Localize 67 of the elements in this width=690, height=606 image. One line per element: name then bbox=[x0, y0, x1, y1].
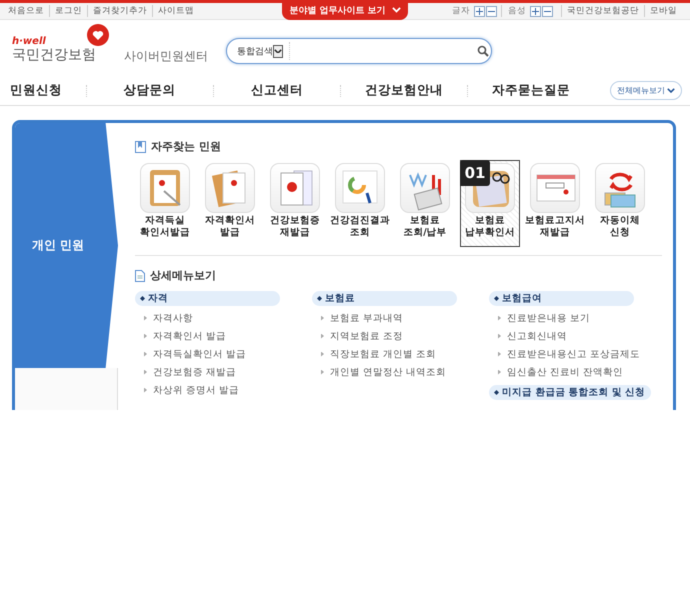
service-tile[interactable]: 보험료 조회/납부 bbox=[395, 160, 455, 247]
dropdown-button[interactable] bbox=[273, 44, 283, 58]
logo-tagline: h·well bbox=[12, 36, 47, 46]
section-title: 자주찾는 민원 bbox=[151, 139, 221, 154]
chevron-down-icon bbox=[392, 7, 401, 13]
utility-link[interactable]: 처음으로 bbox=[8, 5, 49, 17]
service-tile[interactable]: 건강검진결과 조회 bbox=[330, 160, 390, 247]
side-tab[interactable]: 개인 민원 bbox=[15, 123, 118, 368]
chevron-down-icon bbox=[274, 48, 282, 54]
nav-item[interactable]: 자주묻는질문 bbox=[468, 82, 594, 99]
search-icon[interactable] bbox=[477, 45, 489, 57]
utility-link[interactable]: 모바일 bbox=[644, 5, 682, 17]
category-title: 자격 bbox=[148, 292, 168, 305]
volume-down-button[interactable] bbox=[542, 6, 553, 16]
nav-item[interactable]: 신고센터 bbox=[214, 82, 340, 99]
section-title: 상세메뉴보기 bbox=[150, 268, 216, 283]
diamond-icon bbox=[494, 390, 499, 395]
diamond-icon bbox=[494, 296, 499, 301]
service-tile[interactable]: 보험료고지서 재발급 bbox=[525, 160, 585, 247]
utility-link[interactable]: 즐겨찾기추가 bbox=[87, 5, 152, 17]
menu-link[interactable]: 보험료 부과내역 bbox=[312, 309, 404, 327]
site-name: 사이버민원센터 bbox=[124, 48, 208, 64]
menu-link[interactable]: 자격확인서 발급 bbox=[135, 327, 226, 345]
diamond-icon bbox=[317, 296, 322, 301]
menu-link[interactable]: 진료받은내용신고 포상금제도 bbox=[489, 345, 640, 363]
service-tile[interactable]: 자동이체 신청 bbox=[590, 160, 650, 247]
menu-link[interactable]: 임신출산 진료비 잔액확인 bbox=[489, 363, 624, 381]
site-menu-tab[interactable]: 분야별 업무사이트 보기 bbox=[282, 0, 408, 20]
menu-link[interactable]: 건강보험증 재발급 bbox=[135, 363, 236, 381]
category-title: 미지급 환급금 통합조회 및 신청 bbox=[502, 386, 646, 399]
logo-name: 국민건강보험 bbox=[12, 46, 97, 64]
text-size-label: 글자 bbox=[451, 5, 471, 17]
volume-up-button[interactable] bbox=[530, 6, 541, 16]
menu-link[interactable]: 지역보험료 조정 bbox=[312, 327, 404, 345]
category-title: 보험료 bbox=[325, 292, 355, 305]
plus-icon bbox=[532, 8, 539, 14]
menu-link[interactable]: 개인별 연말정산 내역조회 bbox=[312, 363, 446, 381]
menu-link[interactable]: 자격득실확인서 발급 bbox=[135, 345, 246, 363]
service-tile[interactable]: 보험료 납부확인서 01 bbox=[460, 160, 520, 247]
nav-item[interactable]: 건강보험안내 bbox=[340, 82, 467, 99]
menu-link[interactable]: 차상위 증명서 발급 bbox=[135, 381, 240, 399]
utility-link[interactable]: 국민건강보험공단 bbox=[561, 5, 644, 17]
menu-link[interactable]: 자격사항 bbox=[135, 309, 193, 327]
chevron-down-icon bbox=[667, 88, 676, 93]
menu-link[interactable]: 직장보험료 개인별 조회 bbox=[312, 345, 436, 363]
utility-link[interactable]: 사이트맵 bbox=[152, 5, 199, 17]
document-icon bbox=[135, 270, 145, 282]
utility-link[interactable]: 로그인 bbox=[49, 5, 87, 17]
category-title: 보험급여 bbox=[502, 292, 542, 305]
nav-item[interactable]: 상담문의 bbox=[86, 82, 213, 99]
plus-icon bbox=[476, 8, 483, 14]
service-tile[interactable]: 자격확인서 발급 bbox=[200, 160, 260, 247]
rank-badge: 01 bbox=[460, 160, 490, 186]
search-scope[interactable]: 통합검색 bbox=[237, 44, 273, 58]
heart-logo-icon bbox=[86, 22, 110, 46]
service-tile[interactable]: 자격득실 확인서발급 bbox=[135, 160, 195, 247]
voice-label: 음성 bbox=[501, 5, 529, 17]
diamond-icon bbox=[140, 296, 145, 301]
service-tile[interactable]: 건강보험증 재발급 bbox=[265, 160, 325, 247]
bookmark-icon bbox=[135, 140, 146, 152]
menu-link[interactable]: 신고회신내역 bbox=[489, 327, 567, 345]
nav-item[interactable]: 민원신청 bbox=[10, 82, 86, 99]
zoom-out-button[interactable] bbox=[486, 6, 497, 16]
search-field[interactable]: 통합검색 bbox=[226, 38, 492, 64]
all-menu-button[interactable]: 전체메뉴보기 bbox=[610, 81, 682, 100]
zoom-in-button[interactable] bbox=[474, 6, 485, 16]
menu-link[interactable]: 진료받은내용 보기 bbox=[489, 309, 590, 327]
